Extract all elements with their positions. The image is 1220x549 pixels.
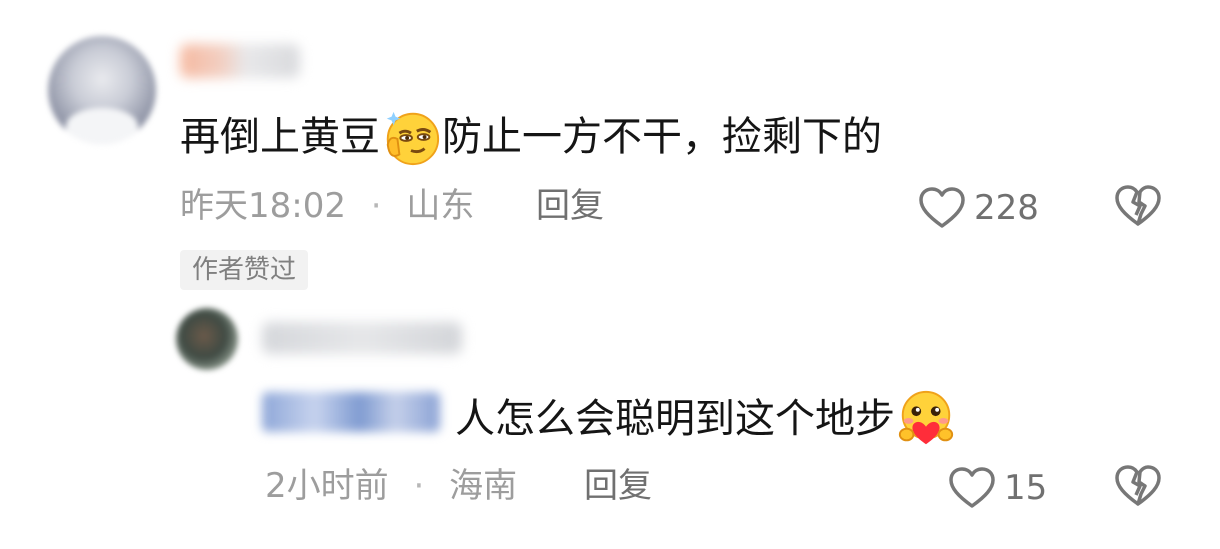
reply-dislike-button[interactable] [1114,464,1162,512]
comment-like-count: 228 [974,188,1039,228]
replier-avatar[interactable] [176,308,238,370]
meta-separator: · [370,186,382,226]
comment-time: 昨天18:02 [180,186,346,226]
comment-location: 山东 [406,186,475,226]
commenter-avatar[interactable] [48,36,156,144]
comment-meta: 昨天18:02 · 山东 [180,186,474,226]
comment-content: 再倒上黄豆 防止一方不干，捡剩下的 [180,106,882,168]
reply-reply-button[interactable]: 回复 [584,466,652,506]
author-liked-badge: 作者赞过 [180,250,309,290]
reply-time: 2小时前 [265,466,389,506]
reply-like-count: 15 [1004,468,1048,508]
heart-outline-icon [918,186,966,230]
replier-username-blurred[interactable] [262,322,462,354]
comment-like-button[interactable]: 228 [918,186,1039,230]
broken-heart-icon [1114,464,1162,508]
meta-separator: · [413,466,425,506]
reply-meta: 2小时前 · 海南 [265,466,517,506]
reply-mention-blurred[interactable] [262,392,440,432]
commenter-username-blurred[interactable] [180,44,300,78]
reply-content: 人怎么会聪明到这个地步 [455,388,957,450]
heart-outline-icon [948,466,996,510]
comment-dislike-button[interactable] [1114,184,1162,232]
smirk-thinking-emoji-icon [380,106,442,168]
heart-hug-emoji-icon [895,388,957,450]
reply-like-button[interactable]: 15 [948,466,1047,510]
comment-text-part1: 再倒上黄豆 [180,114,380,160]
broken-heart-icon [1114,184,1162,228]
reply-location: 海南 [449,466,518,506]
comment-reply-button[interactable]: 回复 [536,186,604,226]
reply-text: 人怎么会聪明到这个地步 [455,396,895,442]
comment-text-part2: 防止一方不干，捡剩下的 [442,114,882,160]
